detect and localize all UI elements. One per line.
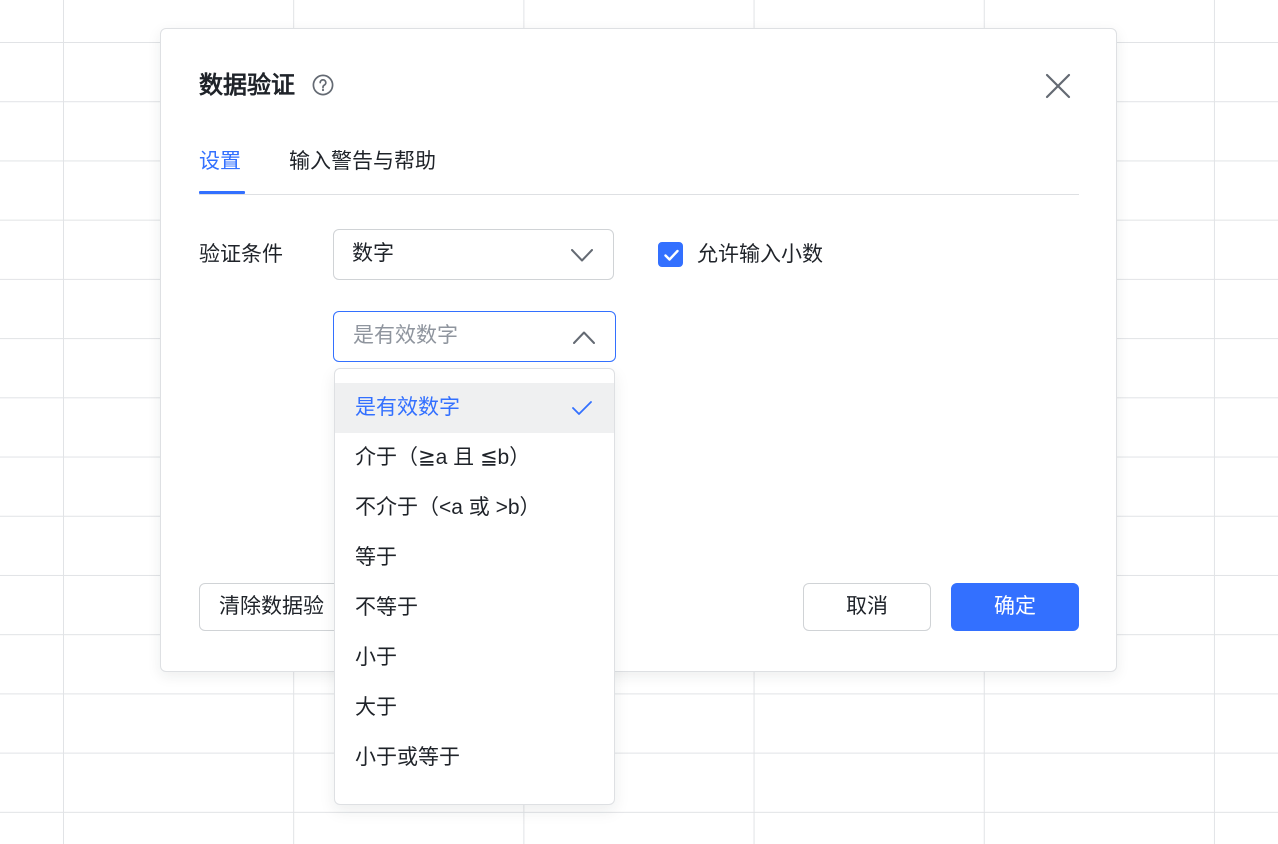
dropdown-option-greater-than[interactable]: 大于 [335,683,614,733]
clear-validation-button[interactable]: 清除数据验 [199,583,351,631]
dropdown-option-less-or-equal[interactable]: 小于或等于 [335,733,614,783]
dropdown-option-not-equal[interactable]: 不等于 [335,583,614,633]
condition-label: 验证条件 [199,243,283,266]
operator-select[interactable] [333,311,616,362]
operator-dropdown-list: 是有效数字 介于（≧a 且 ≦b） 不介于（<a 或 >b） 等于 不等于 小于 [334,368,615,805]
condition-type-value: 数字 [352,242,394,265]
data-validation-dialog: 数据验证 设置 输入警告与帮助 验证条件 数字 允许输入小数 清除数据验 取消 … [160,28,1117,672]
tab-input-warning-help[interactable]: 输入警告与帮助 [289,147,436,177]
chevron-down-icon [571,249,593,262]
tab-settings[interactable]: 设置 [199,147,241,177]
option-label: 是有效数字 [355,396,460,419]
condition-type-select[interactable]: 数字 [333,229,614,280]
option-label: 介于（≧a 且 ≦b） [355,446,531,469]
dropdown-option-not-between[interactable]: 不介于（<a 或 >b） [335,483,614,533]
dropdown-option-valid-number[interactable]: 是有效数字 [335,383,614,433]
close-icon[interactable] [1044,72,1072,100]
option-label: 小于或等于 [355,746,460,769]
dropdown-option-equal[interactable]: 等于 [335,533,614,583]
dialog-title: 数据验证 [199,72,295,99]
operator-search-input[interactable] [353,321,553,351]
chevron-up-icon [573,331,595,344]
allow-decimal-label[interactable]: 允许输入小数 [697,240,823,270]
option-label: 不等于 [355,596,418,619]
checkmark-icon [572,401,592,415]
dropdown-option-less-than[interactable]: 小于 [335,633,614,683]
checkmark-icon [664,249,679,261]
allow-decimal-checkbox[interactable] [658,242,683,267]
option-label: 等于 [355,546,397,569]
confirm-button[interactable]: 确定 [951,583,1079,631]
option-label: 小于 [355,646,397,669]
cancel-button[interactable]: 取消 [803,583,931,631]
active-tab-indicator [199,191,245,194]
tab-divider [199,194,1079,195]
help-circle-icon[interactable] [312,74,334,96]
dropdown-option-between[interactable]: 介于（≧a 且 ≦b） [335,433,614,483]
option-label: 大于 [355,696,397,719]
option-label: 不介于（<a 或 >b） [355,496,541,519]
